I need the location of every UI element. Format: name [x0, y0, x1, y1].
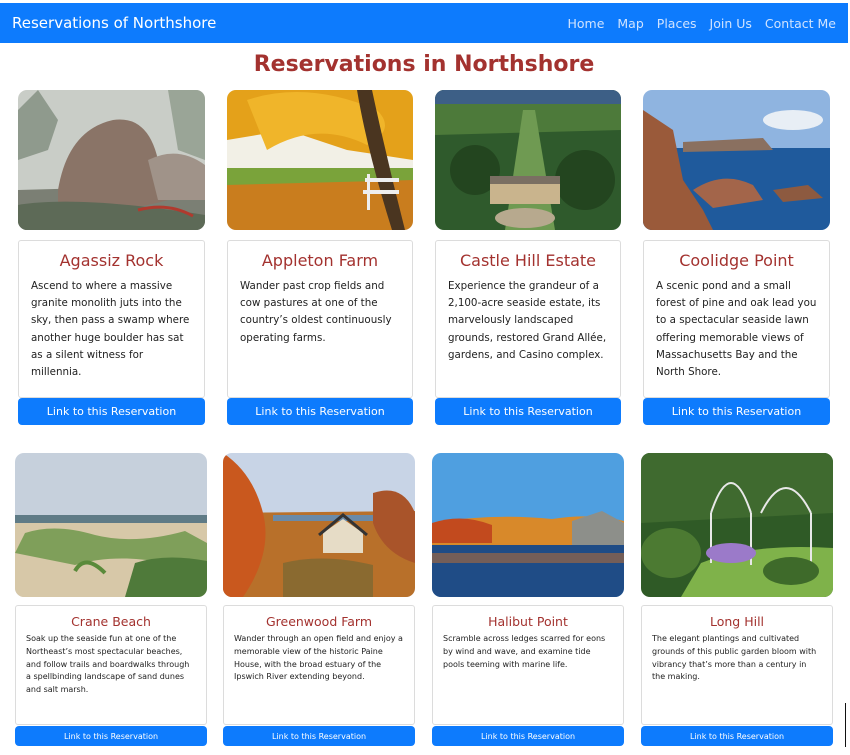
card-body: Long Hill The elegant plantings and cult…	[641, 605, 833, 725]
card-title: Agassiz Rock	[59, 251, 164, 270]
link-to-reservation-button[interactable]: Link to this Reservation	[641, 726, 833, 746]
card-body: Greenwood Farm Wander through an open fi…	[223, 605, 415, 725]
link-to-reservation-button[interactable]: Link to this Reservation	[435, 398, 621, 425]
card-text: Ascend to where a massive granite monoli…	[31, 280, 190, 379]
card-title: Castle Hill Estate	[459, 251, 597, 270]
nav-places[interactable]: Places	[657, 16, 697, 31]
card-body: Agassiz Rock Ascend to where a massive g…	[18, 240, 205, 398]
card-text: Experience the grandeur of a 2,100-acre …	[448, 280, 607, 361]
card-title: Long Hill	[709, 614, 765, 629]
nav-home[interactable]: Home	[567, 16, 604, 31]
brand-link[interactable]: Reservations of Northshore	[12, 14, 216, 32]
link-to-reservation-button[interactable]: Link to this Reservation	[227, 398, 413, 425]
castle-hill-estate-photo	[435, 90, 621, 230]
nav-links: Home Map Places Join Us Contact Me	[567, 16, 836, 31]
nav-join-us[interactable]: Join Us	[710, 16, 752, 31]
card-title: Crane Beach	[71, 614, 151, 629]
card-title: Greenwood Farm	[265, 614, 373, 629]
card-body: Coolidge Point A scenic pond and a small…	[643, 240, 830, 398]
crane-beach-photo	[15, 453, 207, 597]
card-text: A scenic pond and a small forest of pine…	[656, 280, 817, 379]
page-title: Reservations in Northshore	[253, 52, 595, 77]
nav-contact-me[interactable]: Contact Me	[765, 16, 836, 31]
card-text: Wander past crop fields and cow pastures…	[240, 280, 392, 344]
link-to-reservation-button[interactable]: Link to this Reservation	[15, 726, 207, 746]
card-title: Appleton Farm	[261, 251, 379, 270]
nav-map[interactable]: Map	[617, 16, 643, 31]
link-to-reservation-button[interactable]: Link to this Reservation	[643, 398, 830, 425]
card-title: Coolidge Point	[679, 251, 794, 270]
card-body: Crane Beach Soak up the seaside fun at o…	[15, 605, 207, 725]
scrollbar-edge[interactable]	[845, 703, 846, 747]
card-body: Castle Hill Estate Experience the grande…	[435, 240, 621, 398]
card-body: Halibut Point Scramble across ledges sca…	[432, 605, 624, 725]
card-text: The elegant plantings and cultivated gro…	[652, 634, 817, 682]
card-title: Halibut Point	[488, 614, 568, 629]
greenwood-farm-photo	[223, 453, 415, 597]
card-text: Wander through an open field and enjoy a…	[234, 634, 403, 682]
link-to-reservation-button[interactable]: Link to this Reservation	[18, 398, 205, 425]
appleton-farm-photo	[227, 90, 413, 230]
agassiz-rock-photo	[18, 90, 205, 230]
coolidge-point-photo	[643, 90, 830, 230]
halibut-point-photo	[432, 453, 624, 597]
card-text: Scramble across ledges scarred for eons …	[443, 634, 606, 669]
navbar: Reservations of Northshore Home Map Plac…	[0, 3, 848, 43]
link-to-reservation-button[interactable]: Link to this Reservation	[223, 726, 415, 746]
card-body: Appleton Farm Wander past crop fields an…	[227, 240, 413, 398]
card-text: Soak up the seaside fun at one of the No…	[26, 634, 190, 695]
link-to-reservation-button[interactable]: Link to this Reservation	[432, 726, 624, 746]
long-hill-photo	[641, 453, 833, 597]
